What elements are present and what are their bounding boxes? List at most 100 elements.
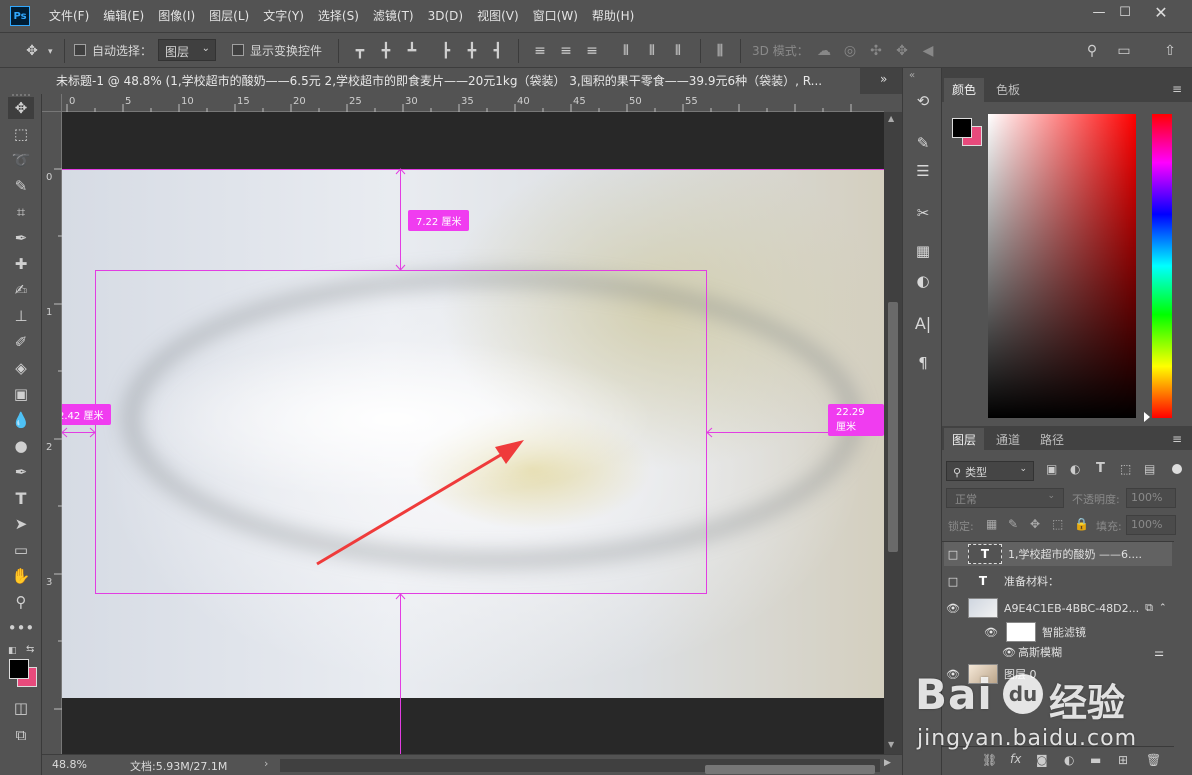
color-picker-field[interactable]: [988, 114, 1136, 418]
3d-panel-icon[interactable]: ▦: [912, 240, 934, 262]
distribute-vcenter-icon[interactable]: ≡: [556, 41, 576, 61]
adjustments-icon[interactable]: ☰: [912, 160, 934, 182]
blend-mode-dropdown[interactable]: 正常 ⌄: [946, 488, 1064, 508]
tab-swatches[interactable]: 色板: [988, 78, 1028, 102]
panel-menu-icon[interactable]: ≡: [1172, 432, 1182, 446]
menu-select[interactable]: 选择(S): [311, 0, 366, 32]
tab-overflow-icon[interactable]: »: [880, 72, 887, 86]
distribute-right-icon[interactable]: ⫴: [668, 41, 688, 61]
lock-position-icon[interactable]: ✥: [1030, 517, 1040, 531]
search-icon[interactable]: ⚲: [1082, 41, 1102, 61]
menu-layer[interactable]: 图层(L): [202, 0, 256, 32]
distribute-hcenter-icon[interactable]: ⫴: [642, 41, 662, 61]
paragraph-panel-icon[interactable]: ¶: [912, 352, 934, 374]
auto-align-icon[interactable]: ⫼: [710, 41, 730, 61]
maximize-icon[interactable]: ☐: [1108, 0, 1142, 24]
history-panel-icon[interactable]: ⟲: [912, 90, 934, 112]
tab-paths[interactable]: 路径: [1032, 428, 1072, 452]
filter-pixel-icon[interactable]: ▣: [1046, 462, 1057, 476]
more-tools-icon[interactable]: •••: [8, 617, 35, 639]
distribute-left-icon[interactable]: ⫴: [616, 41, 636, 61]
tab-channels[interactable]: 通道: [988, 428, 1028, 452]
path-select-tool-icon[interactable]: ➤: [8, 513, 34, 535]
auto-select-checkbox[interactable]: [74, 44, 86, 59]
eye-icon[interactable]: 👁: [982, 626, 1000, 639]
chevron-down-icon[interactable]: ▾: [48, 47, 53, 57]
align-right-icon[interactable]: ┫: [488, 41, 508, 61]
collapse-effects-icon[interactable]: ⌃: [1159, 603, 1167, 613]
opacity-field[interactable]: 100%: [1126, 488, 1176, 508]
hue-slider-handle[interactable]: [1144, 412, 1150, 422]
layer-row[interactable]: □ T 1,学校超市的酸奶 ——6....: [944, 542, 1172, 566]
filter-adjustment-icon[interactable]: ◐: [1070, 462, 1080, 476]
panel-menu-icon[interactable]: ≡: [1172, 82, 1182, 96]
dodge-tool-icon[interactable]: ●: [8, 435, 34, 457]
menu-3d[interactable]: 3D(D): [421, 0, 470, 32]
eyedropper-tool-icon[interactable]: ✒: [8, 227, 34, 249]
lock-artboard-icon[interactable]: ⬚: [1052, 517, 1063, 531]
align-top-icon[interactable]: ┳: [350, 41, 370, 61]
3d-orbit-icon[interactable]: ☁: [814, 41, 834, 61]
properties-icon[interactable]: ◐: [912, 270, 934, 292]
align-bottom-icon[interactable]: ┻: [402, 41, 422, 61]
tab-layers[interactable]: 图层: [944, 428, 985, 452]
foreground-color-swatch[interactable]: [952, 118, 972, 138]
align-hcenter-icon[interactable]: ╋: [462, 41, 482, 61]
menu-help[interactable]: 帮助(H): [585, 0, 641, 32]
show-transform-checkbox[interactable]: [232, 44, 244, 59]
horizontal-scrollbar[interactable]: [280, 759, 880, 774]
lock-pixels-icon[interactable]: ✎: [1008, 517, 1018, 531]
lock-all-icon[interactable]: 🔒: [1074, 517, 1089, 531]
filter-type-icon[interactable]: T: [1096, 461, 1105, 476]
foreground-color-swatch[interactable]: [9, 659, 29, 679]
scroll-right-icon[interactable]: ▶: [884, 758, 891, 768]
layer-select-dropdown[interactable]: 图层 ⌄: [158, 39, 216, 61]
default-colors-icon[interactable]: ◧: [8, 646, 17, 656]
lock-transparent-icon[interactable]: ▦: [986, 517, 997, 531]
workspace-icon[interactable]: ▭: [1114, 41, 1134, 61]
scroll-thumb[interactable]: [705, 765, 875, 774]
doc-size[interactable]: 文档:5.93M/27.1M: [130, 758, 227, 774]
3d-roll-icon[interactable]: ◎: [840, 41, 860, 61]
distribute-top-icon[interactable]: ≡: [530, 41, 550, 61]
menu-image[interactable]: 图像(I): [151, 0, 202, 32]
ruler-corner[interactable]: [42, 94, 62, 112]
layer-row[interactable]: 👁 高斯模糊 ⚌: [1000, 640, 1172, 664]
visibility-toggle-off[interactable]: □: [944, 575, 962, 588]
zoom-tool-icon[interactable]: ⚲: [8, 591, 34, 613]
shape-tool-icon[interactable]: ▭: [8, 539, 34, 561]
filter-options-icon[interactable]: ⚌: [1154, 646, 1164, 659]
type-tool-icon[interactable]: T: [8, 487, 34, 509]
brush-settings-icon[interactable]: ✎: [912, 132, 934, 154]
character-panel-icon[interactable]: A|: [912, 312, 934, 334]
pen-tool-icon[interactable]: ✒: [8, 461, 34, 483]
align-vcenter-icon[interactable]: ╋: [376, 41, 396, 61]
crop-tool-icon[interactable]: ⌗: [8, 201, 34, 223]
menu-window[interactable]: 窗口(W): [526, 0, 585, 32]
3d-slide-icon[interactable]: ✥: [892, 41, 912, 61]
align-left-icon[interactable]: ┣: [436, 41, 456, 61]
close-icon[interactable]: ✕: [1144, 0, 1178, 24]
history-brush-tool-icon[interactable]: ✐: [8, 331, 34, 353]
quick-select-tool-icon[interactable]: ✎: [8, 175, 34, 197]
distribute-bottom-icon[interactable]: ≡: [582, 41, 602, 61]
filter-smartobject-icon[interactable]: ▤: [1144, 462, 1155, 476]
marquee-tool-icon[interactable]: ⬚: [8, 123, 34, 145]
document-tab[interactable]: 未标题-1 @ 48.8% (1,学校超市的酸奶——6.5元 2,学校超市的即食…: [42, 68, 860, 94]
gradient-tool-icon[interactable]: ▣: [8, 383, 34, 405]
filter-shape-icon[interactable]: ⬚: [1120, 462, 1131, 476]
eraser-tool-icon[interactable]: ◈: [8, 357, 34, 379]
stamp-tool-icon[interactable]: ⊥: [8, 305, 34, 327]
zoom-level[interactable]: 48.8%: [52, 758, 87, 771]
canvas-area[interactable]: 7.22 厘米 2.42 厘米 22.29 厘米: [62, 112, 884, 754]
scroll-up-icon[interactable]: ▲: [888, 114, 894, 123]
screen-mode-icon[interactable]: ⧉: [8, 724, 34, 746]
layer-row[interactable]: 👁 A9E4C1EB-4BBC-48D2... ⧉ ⌃: [944, 596, 1172, 620]
scroll-thumb[interactable]: [888, 302, 898, 552]
eye-icon[interactable]: 👁: [1000, 646, 1018, 659]
move-tool-icon[interactable]: ✥: [8, 97, 34, 119]
tab-color[interactable]: 颜色: [944, 78, 985, 102]
3d-pan-icon[interactable]: ✣: [866, 41, 886, 61]
vertical-scrollbar[interactable]: ▲ ▼: [884, 112, 902, 754]
menu-edit[interactable]: 编辑(E): [96, 0, 151, 32]
